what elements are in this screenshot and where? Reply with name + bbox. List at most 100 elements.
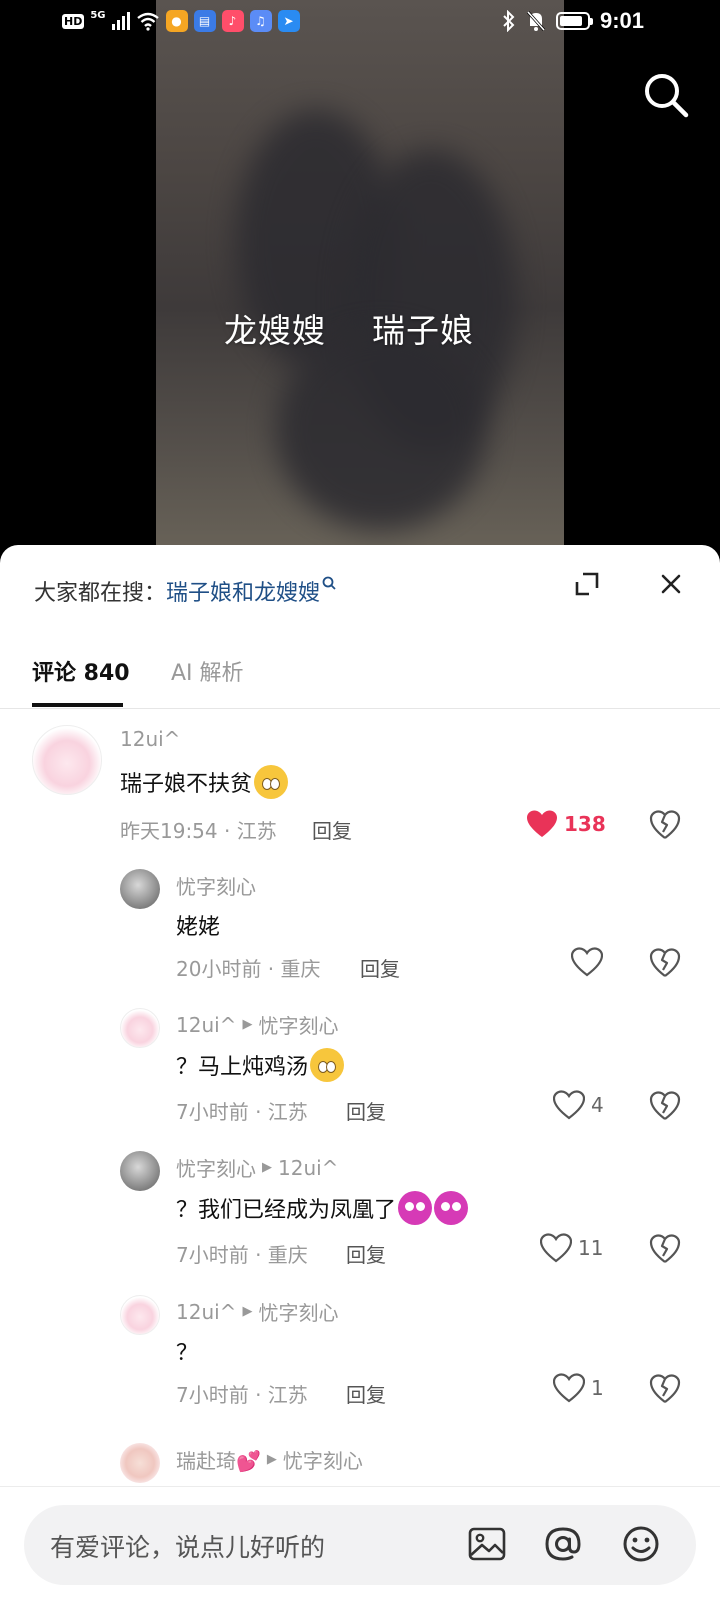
broken-heart-icon[interactable]: [649, 809, 681, 841]
mute-bell-icon: [526, 11, 546, 31]
crying-emoji-icon: [254, 765, 289, 799]
comment-author[interactable]: 12ui^ ▶ 忧字刻心: [176, 1297, 338, 1326]
reply-button[interactable]: 回复: [346, 1239, 386, 1268]
comment-text: 瑞子娘不扶贫: [120, 765, 289, 799]
heart-outline-icon: [553, 1090, 585, 1120]
comment-text: ？马上炖鸡汤: [176, 1048, 345, 1082]
comment-sheet: 大家都在搜： 瑞子娘和龙嫂嫂 评论 840 AI 解析 12ui^ 瑞子娘不扶贫…: [0, 545, 720, 1600]
reply-arrow-icon: ▶: [262, 1160, 272, 1175]
comment-text: ？我们已经成为凤凰了: [176, 1191, 469, 1225]
reply-button[interactable]: 回复: [346, 1379, 386, 1408]
reply-to-name[interactable]: 12ui^: [278, 1156, 338, 1180]
comment-author[interactable]: 瑞赴琦💕 ▶ 忧字刻心: [176, 1445, 363, 1474]
like-button[interactable]: 1: [553, 1373, 604, 1403]
avatar[interactable]: [120, 869, 160, 909]
input-placeholder[interactable]: 有爱评论，说点儿好听的: [50, 1528, 325, 1564]
comment-meta: 7小时前 · 重庆: [176, 1243, 308, 1267]
comment-body: ？: [176, 1341, 199, 1366]
hot-search-bar[interactable]: 大家都在搜： 瑞子娘和龙嫂嫂: [34, 575, 336, 607]
image-icon[interactable]: [466, 1523, 508, 1565]
heart-outline-icon: [540, 1233, 572, 1263]
battery-icon: [555, 12, 593, 30]
reply-button[interactable]: 回复: [312, 815, 352, 844]
comment-input[interactable]: 有爱评论，说点儿好听的: [24, 1505, 696, 1585]
bluetooth-icon: [503, 10, 515, 32]
tabs-divider: [0, 708, 720, 709]
like-count: 11: [578, 1236, 604, 1260]
music-app-icon-2: ♫: [249, 10, 272, 32]
devil-emoji-icon: [434, 1191, 469, 1225]
status-bar: HD 5G ● ▤ ♪ ♫ ➤ 9:01: [0, 0, 720, 50]
reply-to-name[interactable]: 忧字刻心: [258, 1297, 338, 1326]
avatar[interactable]: [120, 1008, 160, 1048]
reply-to-name[interactable]: 忧字刻心: [283, 1445, 363, 1474]
tab-comments[interactable]: 评论 840: [32, 655, 130, 687]
expand-icon[interactable]: [570, 567, 604, 601]
reply-button[interactable]: 回复: [346, 1096, 386, 1125]
avatar[interactable]: [120, 1151, 160, 1191]
like-button[interactable]: 138: [526, 809, 606, 839]
like-count: 1: [591, 1376, 604, 1400]
like-count: 138: [564, 812, 606, 836]
reply-to-name[interactable]: 忧字刻心: [258, 1010, 338, 1039]
comment-meta: 昨天19:54 · 江苏: [120, 819, 277, 843]
author-name[interactable]: 12ui^: [176, 1013, 236, 1037]
search-icon[interactable]: [640, 70, 692, 122]
heart-outline-icon: [553, 1373, 585, 1403]
reply-arrow-icon: ▶: [242, 1017, 253, 1032]
avatar[interactable]: [120, 1443, 160, 1483]
comment-body: ？马上炖鸡汤: [176, 1055, 309, 1080]
weibo-app-icon: ●: [165, 10, 188, 32]
video-player[interactable]: 龙嫂嫂 瑞子娘: [0, 0, 720, 560]
navigation-app-icon: ➤: [277, 10, 300, 32]
heart-filled-icon: [527, 810, 557, 837]
video-frame: [156, 0, 564, 560]
broken-heart-icon[interactable]: [649, 947, 681, 979]
comment-author[interactable]: 12ui^ ▶ 忧字刻心: [176, 1010, 338, 1039]
network-type: 5G: [90, 10, 106, 21]
like-count: 4: [591, 1093, 604, 1117]
reply-arrow-icon: ▶: [242, 1304, 253, 1319]
like-button[interactable]: [571, 947, 609, 977]
like-button[interactable]: 4: [553, 1090, 604, 1120]
author-name[interactable]: 忧字刻心: [176, 1153, 256, 1182]
comment-meta: 7小时前 · 江苏: [176, 1383, 308, 1407]
music-app-icon: ♪: [221, 10, 244, 32]
comment-text: ？: [176, 1335, 198, 1367]
wifi-icon: [136, 12, 159, 31]
comment-author[interactable]: 12ui^: [120, 727, 180, 751]
hd-indicator: HD: [62, 13, 85, 29]
devil-emoji-icon: [398, 1191, 433, 1225]
tab-active-indicator: [32, 703, 123, 707]
author-name[interactable]: 忧字刻心: [176, 871, 256, 900]
reply-button[interactable]: 回复: [360, 953, 400, 982]
reply-arrow-icon: ▶: [266, 1452, 277, 1467]
avatar[interactable]: [32, 725, 102, 795]
emoji-face-icon[interactable]: [620, 1523, 662, 1565]
comment-author[interactable]: 忧字刻心: [176, 871, 256, 900]
hot-search-term[interactable]: 瑞子娘和龙嫂嫂: [166, 575, 320, 607]
hot-search-label: 大家都在搜：: [34, 581, 167, 606]
broken-heart-icon[interactable]: [649, 1373, 681, 1405]
crying-emoji-icon: [310, 1048, 345, 1082]
avatar[interactable]: [120, 1295, 160, 1335]
clipboard-app-icon: ▤: [193, 10, 216, 32]
like-button[interactable]: 11: [540, 1233, 603, 1263]
comment-author[interactable]: 忧字刻心 ▶ 12ui^: [176, 1153, 338, 1182]
broken-heart-icon[interactable]: [649, 1090, 681, 1122]
comment-meta: 7小时前 · 江苏: [176, 1100, 308, 1124]
clock: 9:01: [599, 8, 644, 33]
heart-outline-icon: [571, 947, 603, 977]
author-name[interactable]: 12ui^: [176, 1300, 236, 1324]
author-name[interactable]: 12ui^: [120, 727, 180, 751]
close-icon[interactable]: [654, 567, 688, 601]
video-caption: 龙嫂嫂 瑞子娘: [224, 311, 474, 350]
signal-icon: [111, 12, 130, 30]
tab-ai-analysis[interactable]: AI 解析: [171, 655, 244, 687]
comment-body: ？我们已经成为凤凰了: [176, 1198, 397, 1223]
broken-heart-icon[interactable]: [649, 1233, 681, 1265]
mention-icon[interactable]: [542, 1523, 584, 1565]
comment-body: 姥姥: [176, 915, 221, 940]
author-name[interactable]: 瑞赴琦💕: [176, 1445, 261, 1474]
comment-body: 瑞子娘不扶贫: [120, 772, 253, 797]
